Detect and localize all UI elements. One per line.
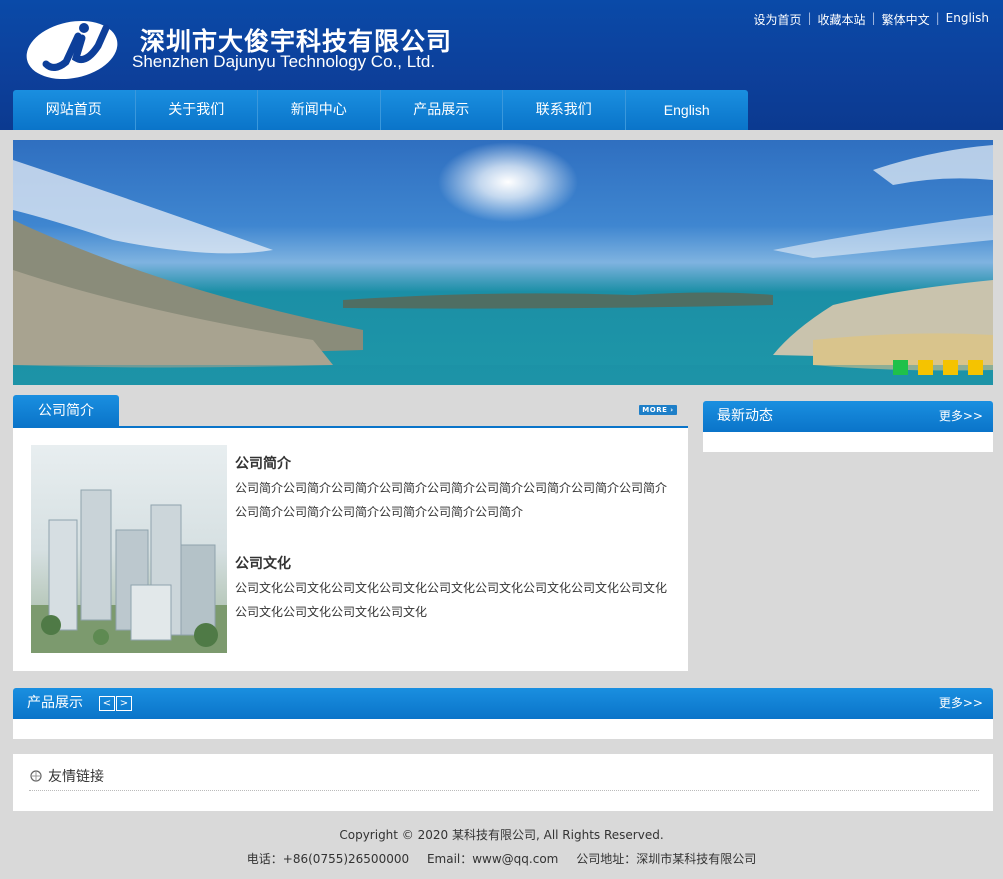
english-link[interactable]: English: [946, 11, 989, 28]
nav-contact[interactable]: 联系我们: [503, 90, 626, 130]
separator: |: [807, 11, 812, 25]
products-title: 产品展示: [27, 695, 83, 711]
set-homepage-link[interactable]: 设为首页: [753, 11, 801, 28]
footer-address: 公司地址：深圳市某科技有限公司: [576, 852, 757, 866]
news-header: 最新动态 更多>>: [703, 401, 993, 432]
traditional-chinese-link[interactable]: 繁体中文: [882, 11, 930, 28]
main-nav: 网站首页 关于我们 新闻中心 产品展示 联系我们 English: [13, 90, 748, 130]
nav-about[interactable]: 关于我们: [136, 90, 258, 130]
friend-links-panel: 友情链接: [13, 754, 993, 811]
nav-products[interactable]: 产品展示: [381, 90, 503, 130]
friend-links-title: 友情链接: [48, 769, 104, 785]
links-icon: [30, 770, 42, 782]
slide-dot-4[interactable]: [968, 360, 983, 375]
product-arrows: < >: [99, 696, 132, 711]
about-tab[interactable]: 公司简介: [13, 395, 119, 427]
products-header: 产品展示 < > 更多>>: [13, 688, 993, 719]
building-image: [31, 445, 227, 653]
separator: |: [871, 11, 876, 25]
nav-home[interactable]: 网站首页: [13, 90, 136, 130]
products-more-link[interactable]: 更多>>: [939, 688, 983, 719]
slide-dots: [893, 360, 983, 375]
intro-text: 公司简介公司简介公司简介公司简介公司简介公司简介公司简介公司简介公司简介公司简介…: [235, 481, 668, 519]
next-arrow-button[interactable]: >: [116, 696, 132, 711]
news-title: 最新动态: [717, 408, 773, 424]
slide-dot-3[interactable]: [943, 360, 958, 375]
banner-slideshow[interactable]: [13, 140, 993, 385]
site-header: 深圳市大俊宇科技有限公司 Shenzhen Dajunyu Technology…: [0, 0, 1003, 130]
bookmark-link[interactable]: 收藏本站: [818, 11, 866, 28]
banner-image: [13, 142, 993, 385]
nav-english[interactable]: English: [626, 90, 749, 130]
news-panel: [703, 432, 993, 452]
news-more-link[interactable]: 更多>>: [939, 401, 983, 432]
top-links: 设为首页 | 收藏本站 | 繁体中文 | English: [753, 11, 989, 28]
footer-phone: 电话：+86(0755)26500000: [246, 852, 410, 866]
friend-links-heading: 友情链接: [29, 766, 104, 786]
culture-text: 公司文化公司文化公司文化公司文化公司文化公司文化公司文化公司文化公司文化公司文化…: [235, 581, 668, 619]
about-more-button[interactable]: MORE ›: [639, 405, 677, 415]
divider: [29, 790, 979, 791]
products-panel: [13, 719, 993, 739]
footer-copyright: Copyright © 2020 某科技有限公司, All Rights Res…: [339, 828, 664, 842]
separator: |: [935, 11, 940, 25]
about-panel: 公司简介 公司简介公司简介公司简介公司简介公司简介公司简介公司简介公司简介公司简…: [13, 428, 688, 671]
company-logo[interactable]: [24, 18, 134, 80]
nav-news[interactable]: 新闻中心: [258, 90, 381, 130]
culture-heading: 公司文化: [235, 556, 291, 572]
intro-heading: 公司简介: [235, 456, 291, 472]
footer-email: Email：www@qq.com: [426, 852, 559, 866]
slide-dot-1[interactable]: [893, 360, 908, 375]
company-name-en: Shenzhen Dajunyu Technology Co., Ltd.: [132, 52, 436, 71]
slide-dot-2[interactable]: [918, 360, 933, 375]
prev-arrow-button[interactable]: <: [99, 696, 115, 711]
more-label: MORE: [642, 406, 668, 414]
footer-contact: 电话：+86(0755)26500000 Email：www@qq.com 公司…: [0, 850, 1003, 867]
